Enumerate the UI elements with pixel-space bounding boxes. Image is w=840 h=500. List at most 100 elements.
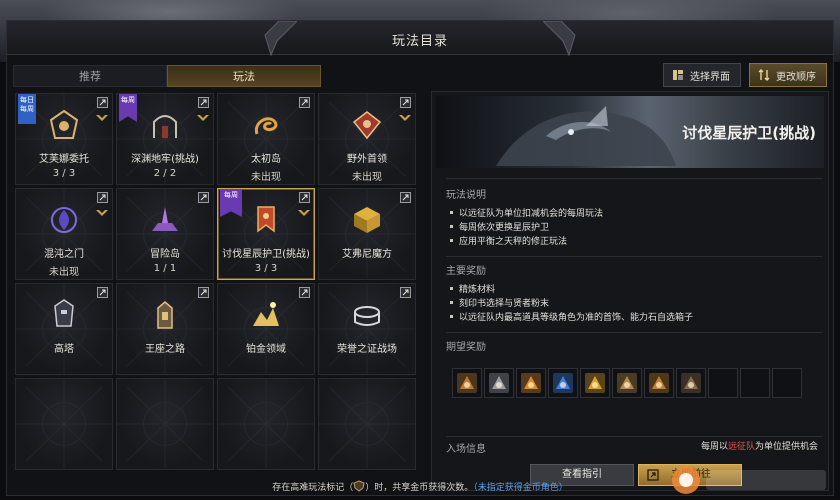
shortcut-link-icon[interactable] xyxy=(198,192,209,203)
play-desc-text: 每周依次更换星辰护卫 xyxy=(459,223,550,233)
blue-gem-icon xyxy=(553,373,573,393)
footer-prefix: 存在高难玩法标记（ xyxy=(272,483,354,493)
reward-slot[interactable] xyxy=(516,368,546,398)
shortcut-link-icon[interactable] xyxy=(299,192,310,203)
colosseum-icon xyxy=(354,306,380,326)
top-button-group: 选择界面 更改顺序 xyxy=(663,63,827,87)
book-icon xyxy=(649,373,669,393)
site-watermark-logo-icon xyxy=(672,466,826,494)
activity-name: 艾芙娜委托 xyxy=(39,154,89,165)
fire-orb-icon xyxy=(521,373,541,393)
activity-card[interactable]: 冒险岛 1 / 1 xyxy=(116,188,214,280)
activity-card[interactable]: 铂金领域 xyxy=(217,283,315,375)
activity-card[interactable]: 高塔 xyxy=(15,283,113,375)
reward-slot[interactable] xyxy=(452,368,482,398)
reward-slot[interactable] xyxy=(548,368,578,398)
activity-card[interactable]: 艾弗尼魔方 xyxy=(318,188,416,280)
main-reward-item: 刻印书选择与贤者粉末 xyxy=(450,296,549,309)
activity-card[interactable]: 每周 深渊地牢(挑战) 2 / 2 xyxy=(116,93,214,185)
change-order-label: 更改顺序 xyxy=(776,71,816,83)
activity-card[interactable]: 荣誉之证战场 xyxy=(318,283,416,375)
detail-title: 讨伐星辰护卫(挑战) xyxy=(682,124,816,142)
activity-catalog-window: 玩法目录 推荐 玩法 选择界面 更改顺序 每日每周 艾芙娜委托 3 / 3 每周 深渊地… xyxy=(6,20,834,496)
activity-name: 王座之路 xyxy=(145,344,185,355)
card-background-pattern-icon xyxy=(218,379,314,469)
activity-grid: 每日每周 艾芙娜委托 3 / 3 每周 深渊地牢(挑战) 2 / 2 太初岛 未出现 野外首领未… xyxy=(15,93,416,470)
boss-skull-icon xyxy=(352,111,382,140)
serpent-icon xyxy=(254,117,278,135)
title-ornament-right-icon xyxy=(543,21,576,57)
bullet-icon xyxy=(450,315,453,318)
shortcut-link-icon[interactable] xyxy=(400,97,411,108)
shortcut-link-icon[interactable] xyxy=(299,97,310,108)
reward-slot[interactable] xyxy=(676,368,706,398)
select-screen-label: 选择界面 xyxy=(690,71,730,83)
detail-panel: 讨伐星辰护卫(挑战) 玩法说明 以远征队为单位扣减机会的每周玩法 每周依次更换星… xyxy=(431,91,829,491)
entry-info-text: 每周以远征队为单位提供机会 xyxy=(701,439,818,452)
activity-card[interactable]: 每日每周 艾芙娜委托 3 / 3 xyxy=(15,93,113,185)
main-reward-heading: 主要奖励 xyxy=(446,266,486,277)
shortcut-link-icon[interactable] xyxy=(97,192,108,203)
activity-card[interactable]: 混沌之门 未出现 xyxy=(15,188,113,280)
card-background-pattern-icon xyxy=(16,379,112,469)
cube-icon xyxy=(354,207,380,233)
shortcut-link-icon[interactable] xyxy=(97,287,108,298)
divider xyxy=(446,332,822,333)
island-icon xyxy=(152,207,178,231)
main-reward-item: 以远征队内最高道具等级角色为准的首饰、能力石自选箱子 xyxy=(450,310,693,323)
activity-card[interactable]: 王座之路 xyxy=(116,283,214,375)
empty-reward-slot xyxy=(708,368,738,398)
entry-suffix: 为单位提供机会 xyxy=(754,442,818,452)
activity-count: 1 / 1 xyxy=(153,263,177,274)
activity-card[interactable]: 野外首领 未出现 xyxy=(318,93,416,185)
activity-name: 深渊地牢(挑战) xyxy=(131,154,199,165)
main-reward-text: 以远征队内最高道具等级角色为准的首饰、能力石自选箱子 xyxy=(459,313,694,323)
activity-name: 荣誉之证战场 xyxy=(337,344,397,355)
play-desc-text: 以远征队为单位扣减机会的每周玩法 xyxy=(459,209,604,219)
empty-activity-slot xyxy=(217,378,315,470)
shortcut-link-icon[interactable] xyxy=(400,287,411,298)
reward-slot[interactable] xyxy=(644,368,674,398)
shortcut-link-icon[interactable] xyxy=(400,192,411,203)
activity-name: 混沌之门 xyxy=(44,249,84,260)
reward-slot[interactable] xyxy=(612,368,642,398)
platinum-field-icon xyxy=(253,302,279,326)
chaos-vortex-icon xyxy=(51,207,77,233)
shortcut-link-icon[interactable] xyxy=(299,287,310,298)
empty-activity-slot xyxy=(15,378,113,470)
activity-name: 太初岛 xyxy=(251,154,281,165)
activity-count: 3 / 3 xyxy=(52,168,76,179)
select-screen-button[interactable]: 选择界面 xyxy=(663,63,741,87)
activity-card[interactable]: 太初岛 未出现 xyxy=(217,93,315,185)
activity-name: 野外首领 xyxy=(347,154,387,165)
tab-recommended[interactable]: 推荐 xyxy=(13,65,167,87)
tower-helm-icon xyxy=(54,299,74,327)
activity-count: 未出现 xyxy=(352,172,382,183)
footer-blue-note: （未指定获得金币角色） xyxy=(473,483,568,493)
activity-name: 讨伐星辰护卫(挑战) xyxy=(222,249,310,260)
entry-highlight: 远征队 xyxy=(727,442,755,452)
treasure-chest-icon xyxy=(617,373,637,393)
guild-emblem-icon xyxy=(49,109,79,139)
hard-mode-mark-icon xyxy=(96,210,108,216)
throne-icon xyxy=(157,301,173,329)
shortcut-link-icon[interactable] xyxy=(198,97,209,108)
card-background-pattern-icon xyxy=(319,379,415,469)
divider xyxy=(446,178,822,179)
guardian-banner-icon xyxy=(257,206,275,233)
tab-bar: 推荐 玩法 xyxy=(13,65,321,87)
crystal-icon xyxy=(585,373,605,393)
change-order-button[interactable]: 更改顺序 xyxy=(749,63,827,87)
shortcut-link-icon[interactable] xyxy=(97,97,108,108)
divider xyxy=(446,436,822,437)
tab-gameplay[interactable]: 玩法 xyxy=(167,65,321,87)
reward-slot[interactable] xyxy=(580,368,610,398)
reward-slot[interactable] xyxy=(484,368,514,398)
detail-banner: 讨伐星辰护卫(挑战) xyxy=(436,96,824,168)
activity-card[interactable]: 每周 讨伐星辰护卫(挑战) 3 / 3 xyxy=(217,188,315,280)
empty-reward-slot xyxy=(740,368,770,398)
shortcut-link-icon[interactable] xyxy=(198,287,209,298)
hard-mode-shield-icon xyxy=(353,480,365,492)
empty-reward-slot xyxy=(772,368,802,398)
play-desc-item: 以远征队为单位扣减机会的每周玩法 xyxy=(450,206,603,219)
